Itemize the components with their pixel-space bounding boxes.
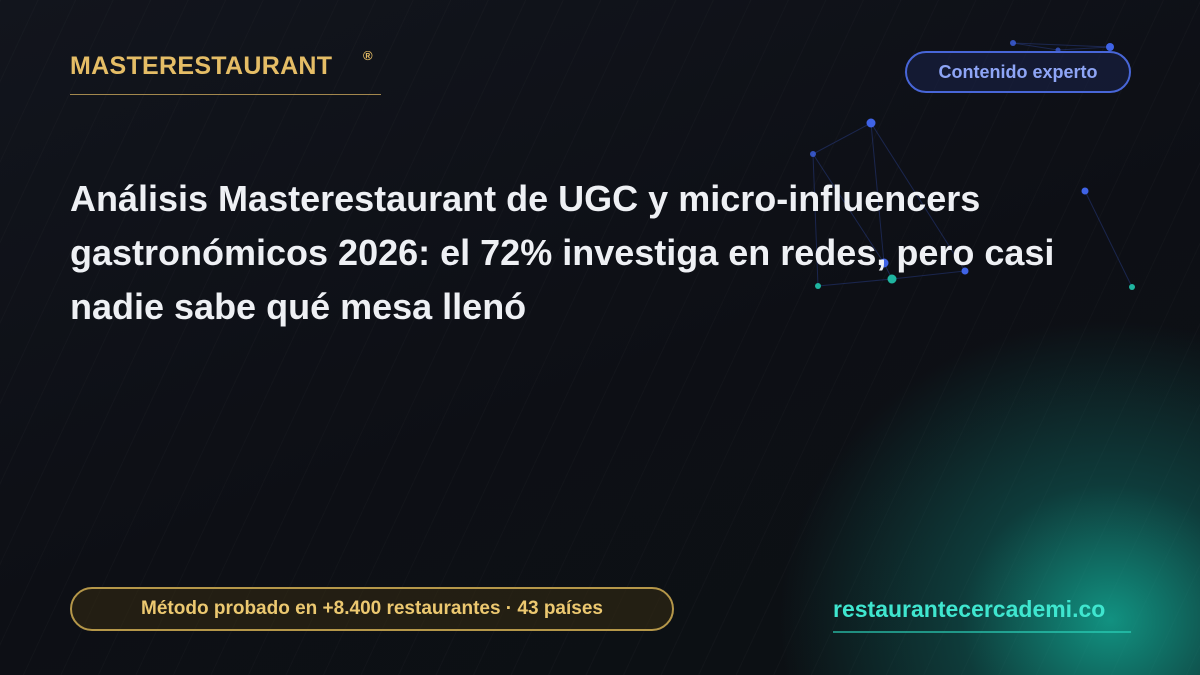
network-link bbox=[812, 122, 872, 155]
site-link[interactable]: restaurantecercademi.co bbox=[833, 596, 1131, 633]
network-decoration bbox=[810, 40, 1135, 290]
network-node bbox=[810, 151, 816, 157]
network-node bbox=[1106, 43, 1114, 51]
promo-card: MASTERESTAURANT ® Contenido experto Anál… bbox=[0, 0, 1200, 675]
network-node bbox=[866, 118, 876, 128]
registered-mark: ® bbox=[363, 48, 373, 63]
network-node bbox=[1010, 40, 1016, 46]
headline: Análisis Masterestaurant de UGC y micro-… bbox=[70, 178, 1055, 327]
proof-badge: Método probado en +8.400 restaurantes · … bbox=[70, 587, 674, 631]
brand-logo: MASTERESTAURANT ® bbox=[70, 48, 381, 95]
expert-content-badge: Contenido experto bbox=[905, 51, 1131, 93]
brand-name: MASTERESTAURANT bbox=[70, 52, 333, 80]
network-link bbox=[1057, 46, 1111, 51]
